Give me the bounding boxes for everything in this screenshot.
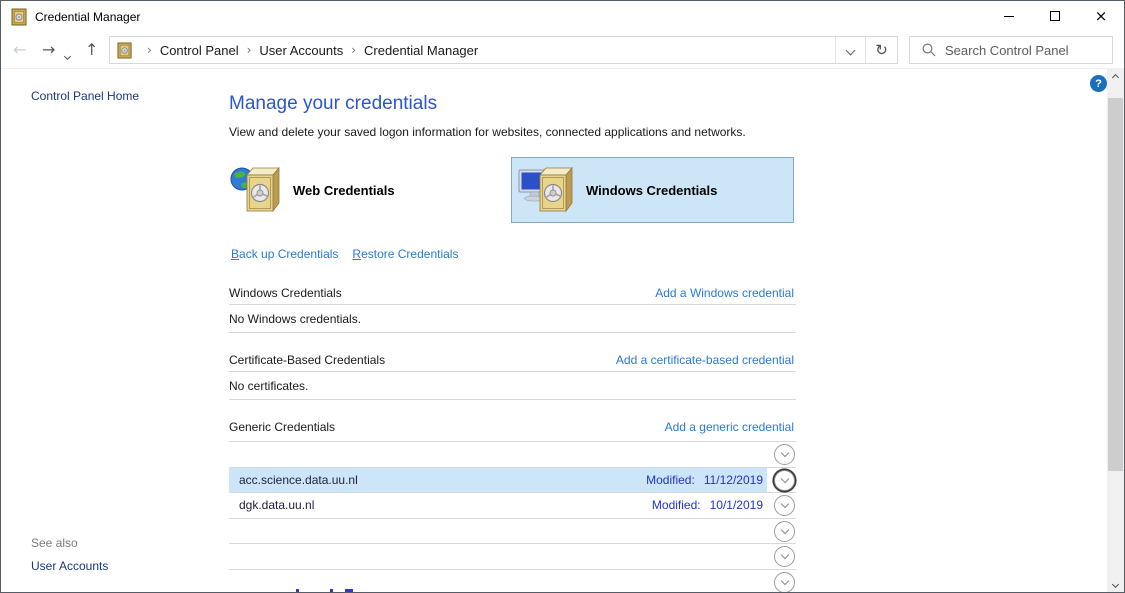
maximize-icon <box>1050 11 1060 21</box>
expand-credential-button[interactable] <box>774 444 795 465</box>
breadcrumb-control-panel[interactable]: Control Panel <box>160 43 239 58</box>
modified-label: Modified: <box>652 498 701 512</box>
breadcrumb-credential-manager[interactable]: Credential Manager <box>364 43 478 58</box>
credential-row[interactable] <box>229 519 796 545</box>
credential-row[interactable] <box>229 442 796 468</box>
breadcrumb-separator: › <box>351 43 356 57</box>
help-button[interactable]: ? <box>1090 75 1107 92</box>
chevron-down-icon <box>780 500 788 508</box>
sidebar-item-control-panel-home[interactable]: Control Panel Home <box>31 89 139 103</box>
credential-name: acc.science.data.uu.nl <box>239 473 358 487</box>
expand-credential-button[interactable] <box>774 470 795 491</box>
page-description: View and delete your saved logon informa… <box>229 125 746 139</box>
web-credentials-icon <box>229 163 287 217</box>
navigation-bar: ← → ↑ › Control Panel › User Accounts › … <box>1 32 1124 69</box>
generic-credentials-section-title: Generic Credentials <box>229 420 335 434</box>
title-bar: Credential Manager × <box>1 1 1124 32</box>
search-input[interactable] <box>945 43 1121 58</box>
breadcrumb-user-accounts[interactable]: User Accounts <box>259 43 343 58</box>
no-windows-credentials-text: No Windows credentials. <box>229 312 361 326</box>
divider <box>229 304 796 305</box>
certificate-credentials-section-title: Certificate-Based Credentials <box>229 353 385 367</box>
chevron-down-icon <box>1112 581 1119 588</box>
sidebar-item-user-accounts[interactable]: User Accounts <box>31 559 108 573</box>
backup-credentials-link[interactable]: Back up Credentials <box>231 247 338 261</box>
clipped-text-fragment <box>296 589 299 592</box>
refresh-button[interactable]: ↻ <box>865 37 897 63</box>
scrollbar-thumb[interactable] <box>1108 98 1123 471</box>
credential-row[interactable] <box>229 544 796 570</box>
no-certificates-text: No certificates. <box>229 379 308 393</box>
forward-button[interactable]: → <box>42 40 55 60</box>
expand-credential-button[interactable] <box>774 521 795 542</box>
modified-date: 10/1/2019 <box>710 498 763 512</box>
chevron-down-icon <box>780 551 788 559</box>
credential-modified: Modified: 11/12/2019 <box>646 468 763 493</box>
chevron-down-icon <box>780 449 788 457</box>
vertical-scrollbar[interactable] <box>1107 69 1124 593</box>
web-credentials-tile[interactable]: Web Credentials <box>229 157 501 223</box>
generic-credentials-list: acc.science.data.uu.nl Modified: 11/12/2… <box>229 441 796 593</box>
back-button[interactable]: ← <box>13 40 26 60</box>
history-dropdown-button[interactable] <box>65 48 70 62</box>
chevron-down-icon <box>846 45 856 55</box>
address-bar[interactable]: › Control Panel › User Accounts › Creden… <box>109 36 898 64</box>
credential-modified: Modified: 10/1/2019 <box>652 493 763 518</box>
clipped-text-fragment <box>345 589 353 592</box>
chevron-down-icon <box>780 525 788 533</box>
add-generic-credential-link[interactable]: Add a generic credential <box>665 420 794 434</box>
credential-name: dgk.data.uu.nl <box>239 498 314 512</box>
help-icon: ? <box>1095 78 1102 90</box>
scroll-up-button[interactable] <box>1107 69 1124 86</box>
window-controls: × <box>986 1 1124 31</box>
breadcrumb-separator: › <box>147 43 152 57</box>
web-credentials-label: Web Credentials <box>293 183 395 198</box>
modified-label: Modified: <box>646 473 695 487</box>
expand-credential-button[interactable] <box>774 572 795 593</box>
credential-manager-window: Credential Manager × ← → ↑ › Control Pan… <box>0 0 1125 593</box>
scroll-down-button[interactable] <box>1107 576 1124 593</box>
windows-credentials-label: Windows Credentials <box>586 183 717 198</box>
search-box <box>909 36 1113 64</box>
windows-credentials-tile-selected[interactable]: Windows Credentials <box>511 157 794 223</box>
add-certificate-credential-link[interactable]: Add a certificate-based credential <box>616 353 794 367</box>
credential-row[interactable] <box>229 570 796 593</box>
breadcrumb-separator: › <box>247 43 252 57</box>
divider <box>229 332 796 333</box>
see-also-label: See also <box>31 536 78 550</box>
credential-actions: Back up Credentials Restore Credentials <box>231 247 458 261</box>
expand-credential-button[interactable] <box>774 495 795 516</box>
window-title: Credential Manager <box>35 10 140 24</box>
modified-date: 11/12/2019 <box>704 473 763 487</box>
vault-icon <box>117 42 133 59</box>
credential-row-acc-science-data-uu-nl[interactable]: acc.science.data.uu.nl Modified: 11/12/2… <box>229 468 796 494</box>
restore-credentials-link[interactable]: Restore Credentials <box>352 247 458 261</box>
chevron-down-icon <box>780 474 788 482</box>
clipped-text-fragment <box>330 589 333 592</box>
expand-credential-button[interactable] <box>774 546 795 567</box>
divider <box>229 399 796 400</box>
vault-icon <box>11 8 28 26</box>
minimize-button[interactable] <box>986 1 1032 31</box>
close-icon: × <box>1095 9 1108 24</box>
windows-credentials-section-title: Windows Credentials <box>229 286 342 300</box>
close-button[interactable]: × <box>1078 1 1124 31</box>
page-title: Manage your credentials <box>229 93 437 115</box>
chevron-up-icon <box>1112 74 1119 81</box>
minimize-icon <box>1004 16 1014 17</box>
add-windows-credential-link[interactable]: Add a Windows credential <box>655 286 794 300</box>
credential-row-dgk-data-uu-nl[interactable]: dgk.data.uu.nl Modified: 10/1/2019 <box>229 493 796 519</box>
maximize-button[interactable] <box>1032 1 1078 31</box>
divider <box>229 371 796 372</box>
chevron-down-icon <box>64 53 71 60</box>
windows-credentials-icon <box>518 163 580 217</box>
address-dropdown-button[interactable] <box>835 37 865 63</box>
chevron-down-icon <box>780 576 788 584</box>
up-button[interactable]: ↑ <box>85 40 98 60</box>
search-icon <box>922 43 936 57</box>
